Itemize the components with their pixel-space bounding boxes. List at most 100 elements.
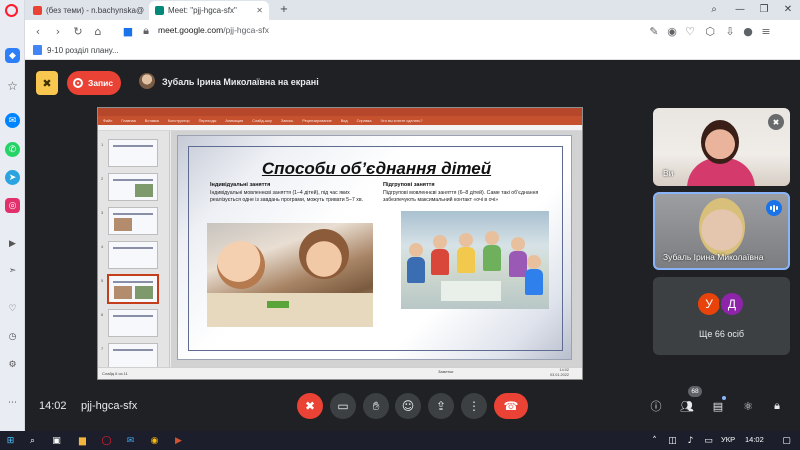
mic-off-badge-icon[interactable]: ✖ xyxy=(36,71,58,95)
telegram-icon[interactable]: ➤ xyxy=(5,170,20,185)
bookmark-icon[interactable]: ♡ xyxy=(683,24,697,38)
slide-thumbnail[interactable]: 4 xyxy=(101,241,158,269)
ribbon-tab: Что вы хотите сделать? xyxy=(380,118,423,123)
search-icon[interactable]: ⌕ xyxy=(26,434,39,447)
whatsapp-icon[interactable]: ✆ xyxy=(5,142,20,157)
opera-logo-icon[interactable] xyxy=(5,4,18,17)
player-icon[interactable]: ▶ xyxy=(5,236,20,251)
close-tab-icon[interactable]: ✕ xyxy=(250,6,263,15)
download-icon[interactable]: ⇩ xyxy=(723,24,737,38)
notes-button[interactable]: Заметки xyxy=(438,369,453,374)
speaking-indicator-icon xyxy=(766,200,782,216)
opera-taskbar-icon[interactable]: ◯ xyxy=(100,434,113,447)
present-screen-button[interactable]: ⇪ xyxy=(428,393,454,419)
chrome-icon[interactable]: ◉ xyxy=(148,434,161,447)
ribbon-tab: Анимация xyxy=(225,118,244,123)
thumb-number: 6 xyxy=(101,312,104,317)
slide-thumbnail[interactable]: 3 xyxy=(101,207,158,235)
instagram-icon[interactable]: ◎ xyxy=(5,198,20,213)
reload-icon[interactable]: ↻ xyxy=(71,24,85,38)
search-tabs-icon[interactable]: ⌕ xyxy=(705,2,723,16)
meeting-code: pjj-hgca-sfx xyxy=(81,400,138,412)
volume-icon[interactable]: ♪ xyxy=(684,434,697,447)
mail-icon[interactable]: ✉ xyxy=(124,434,137,447)
ribbon-tab: Вставка xyxy=(144,118,159,123)
record-icon xyxy=(73,78,83,88)
participant-name: Зубаль Ірина Миколаївна xyxy=(663,252,764,262)
show-hidden-icons[interactable]: ˄ xyxy=(648,434,661,447)
send-icon[interactable]: ➣ xyxy=(5,263,20,278)
people-icon[interactable]: 👥︎ xyxy=(679,398,695,414)
participant-tile-presenter[interactable]: Зубаль Ірина Миколаївна xyxy=(653,192,790,270)
chat-icon[interactable]: ▤ xyxy=(710,398,726,414)
more-icon[interactable]: ⋯ xyxy=(5,395,20,410)
slide-thumbnail[interactable]: 6 xyxy=(101,309,158,337)
url-path: /pjj-hgca-sfx xyxy=(223,25,270,35)
shared-screen[interactable]: Файл Главная Вставка Конструктор Переход… xyxy=(97,107,583,380)
tab-meet[interactable]: Meet: "pjj-hgca-sfx" ✕ xyxy=(149,1,269,20)
group-lesson-photo xyxy=(401,211,549,309)
meeting-details-icon[interactable]: ⓘ xyxy=(648,398,664,414)
mic-off-icon: ✖ xyxy=(768,114,784,130)
individual-lesson-photo xyxy=(207,223,373,327)
powerpoint-taskbar-icon[interactable]: ▶ xyxy=(172,434,185,447)
battery-icon[interactable]: ▭ xyxy=(702,434,715,447)
url-field[interactable]: meet.google.com/pjj-hgca-sfx xyxy=(158,25,269,35)
network-icon[interactable]: ◫ xyxy=(666,434,679,447)
raise-hand-button[interactable]: ✋︎ xyxy=(363,393,389,419)
windows-start-icon[interactable]: ⊞ xyxy=(4,434,17,447)
history-icon[interactable]: ◷ xyxy=(5,329,20,344)
mic-toggle-button[interactable]: ✖ xyxy=(297,393,323,419)
thumb-number: 7 xyxy=(101,346,104,351)
camera-icon[interactable]: ◉ xyxy=(665,24,679,38)
aria-icon[interactable]: ◆ xyxy=(5,48,20,63)
close-window-icon[interactable]: ✕ xyxy=(779,2,797,16)
messenger-icon[interactable]: ✉ xyxy=(5,113,20,128)
host-controls-icon[interactable]: 🔒︎ xyxy=(769,398,785,414)
home-icon[interactable]: ⌂ xyxy=(91,24,105,38)
favorites-icon[interactable]: ♡ xyxy=(5,301,20,316)
tab-label: (без теми) - n.bachynska@ xyxy=(46,6,145,15)
settings-icon[interactable]: ⚙ xyxy=(5,357,20,372)
individual-text: Індивідуальні мовленнєві заняття (1–4 ді… xyxy=(210,190,364,203)
snapshot-icon[interactable]: ✎ xyxy=(647,24,661,38)
slide-thumbnail[interactable]: 1 xyxy=(101,139,158,167)
shared-clock: 14:02 03.01.2022 xyxy=(550,368,569,377)
slide-thumbnail-selected[interactable]: 5 xyxy=(101,274,159,304)
camera-toggle-button[interactable]: ▭ xyxy=(330,393,356,419)
menu-icon[interactable]: ≡ xyxy=(759,24,773,38)
recording-indicator[interactable]: Запис xyxy=(67,71,121,95)
maximize-icon[interactable]: ❐ xyxy=(755,2,773,16)
task-view-icon[interactable]: ▣ xyxy=(50,434,63,447)
slide-thumbnail[interactable]: 2 xyxy=(101,173,158,201)
taskbar-clock[interactable]: 14:02 xyxy=(745,435,764,444)
url-domain: meet.google.com xyxy=(158,25,224,35)
ribbon-tab: Слайд-шоу xyxy=(252,118,272,123)
tab-gmail[interactable]: (без теми) - n.bachynska@ xyxy=(27,1,147,20)
participant-tile-others[interactable]: У Д Ще 66 осіб xyxy=(653,277,790,355)
lock-icon[interactable]: 🔒︎ xyxy=(139,24,153,38)
notifications-icon[interactable]: ▢ xyxy=(780,434,793,447)
meeting-time: 14:02 xyxy=(39,400,67,412)
activities-icon[interactable]: ⚛ xyxy=(740,398,756,414)
profile-icon[interactable]: ● xyxy=(741,24,755,38)
file-explorer-icon[interactable]: ▆ xyxy=(76,434,89,447)
speed-dial-icon[interactable]: ☆ xyxy=(5,78,20,93)
back-icon[interactable]: ‹ xyxy=(31,24,45,38)
tab-label: Meet: "pjj-hgca-sfx" xyxy=(168,6,237,15)
address-bar: ‹ › ↻ ⌂ ■ 🔒︎ meet.google.com/pjj-hgca-sf… xyxy=(25,20,800,42)
more-options-button[interactable]: ⋮ xyxy=(461,393,487,419)
ribbon-tab: Главная xyxy=(121,118,136,123)
minimize-icon[interactable]: — xyxy=(731,2,749,16)
extensions-icon[interactable]: ⬡ xyxy=(703,24,717,38)
forward-icon[interactable]: › xyxy=(51,24,65,38)
bookmark-item[interactable]: 9-10 розділ плану... xyxy=(33,45,119,55)
leave-call-button[interactable]: ☎ xyxy=(494,393,528,419)
participant-tile-you[interactable]: ✖ Ви xyxy=(653,108,790,186)
reactions-button[interactable]: ☺ xyxy=(395,393,421,419)
new-tab-button[interactable]: + xyxy=(275,2,293,16)
camera-in-use-icon[interactable]: ■ xyxy=(121,24,135,38)
language-indicator[interactable]: УКР xyxy=(721,435,735,444)
powerpoint-statusbar: Слайд 6 из 11 Заметки 14:02 03.01.2022 xyxy=(98,367,582,379)
thumb-number: 2 xyxy=(101,176,104,181)
